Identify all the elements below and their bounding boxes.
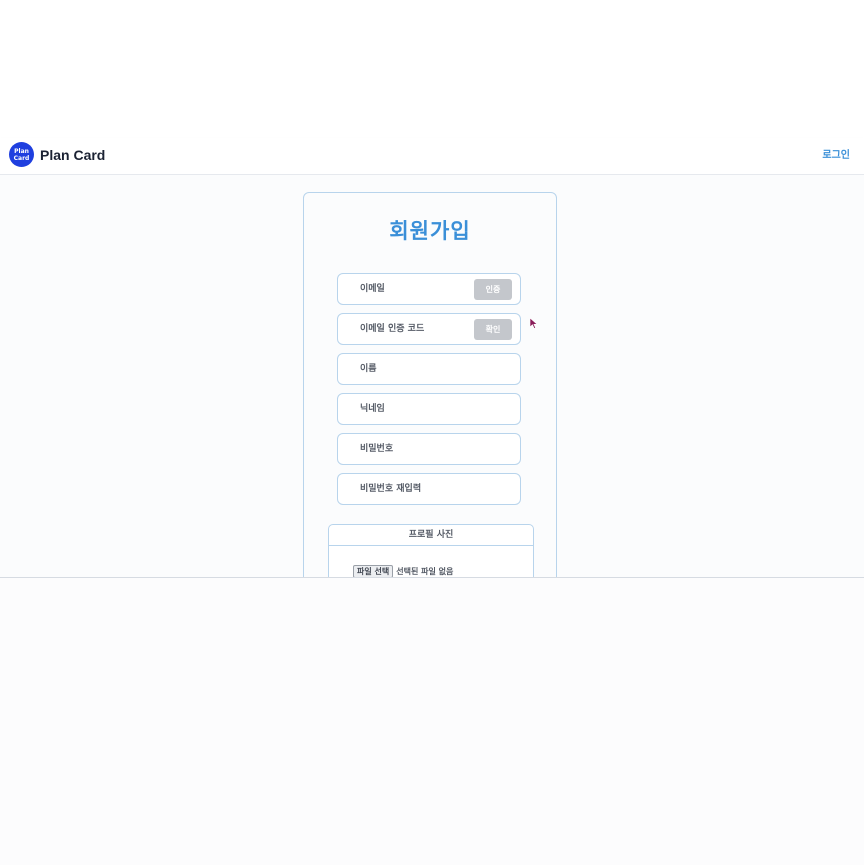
name-input[interactable]: [338, 354, 520, 384]
email-field: 인증: [337, 273, 521, 305]
mouse-cursor-icon: [530, 318, 538, 329]
file-status-text: 선택된 파일 없음: [396, 567, 454, 576]
password-field: [337, 433, 521, 465]
password-input[interactable]: [338, 434, 520, 464]
email-code-field: 확인: [337, 313, 521, 345]
send-verification-button[interactable]: 인증: [474, 279, 512, 300]
brand-logo[interactable]: Plan Card Plan Card: [9, 142, 105, 167]
profile-photo-section: 프로필 사진 파일 선택 선택된 파일 없음: [328, 524, 534, 577]
nickname-input[interactable]: [338, 394, 520, 424]
name-field: [337, 353, 521, 385]
file-upload-row: 파일 선택 선택된 파일 없음: [353, 565, 453, 577]
page-title: 회원가입: [389, 219, 471, 243]
login-link[interactable]: 로그인: [822, 146, 850, 161]
brand-name: Plan Card: [40, 146, 106, 163]
password-confirm-input[interactable]: [338, 474, 520, 504]
profile-photo-title: 프로필 사진: [329, 525, 533, 546]
logo-line1: Plan: [14, 147, 29, 155]
signup-card: 회원가입 인증 확인 프로필 사진 파일 선택 선택된 파일 없음: [303, 192, 557, 577]
blank-top-area: [0, 0, 864, 138]
password-confirm-field: [337, 473, 521, 505]
top-navbar: Plan Card Plan Card 로그인: [0, 138, 864, 175]
logo-icon: Plan Card: [9, 142, 34, 167]
logo-line2: Card: [13, 154, 30, 162]
nickname-field: [337, 393, 521, 425]
confirm-code-button[interactable]: 확인: [474, 319, 512, 340]
main-content: 회원가입 인증 확인 프로필 사진 파일 선택 선택된 파일 없음: [0, 175, 864, 577]
blank-bottom-area: [0, 577, 864, 865]
choose-file-button[interactable]: 파일 선택: [353, 565, 394, 577]
